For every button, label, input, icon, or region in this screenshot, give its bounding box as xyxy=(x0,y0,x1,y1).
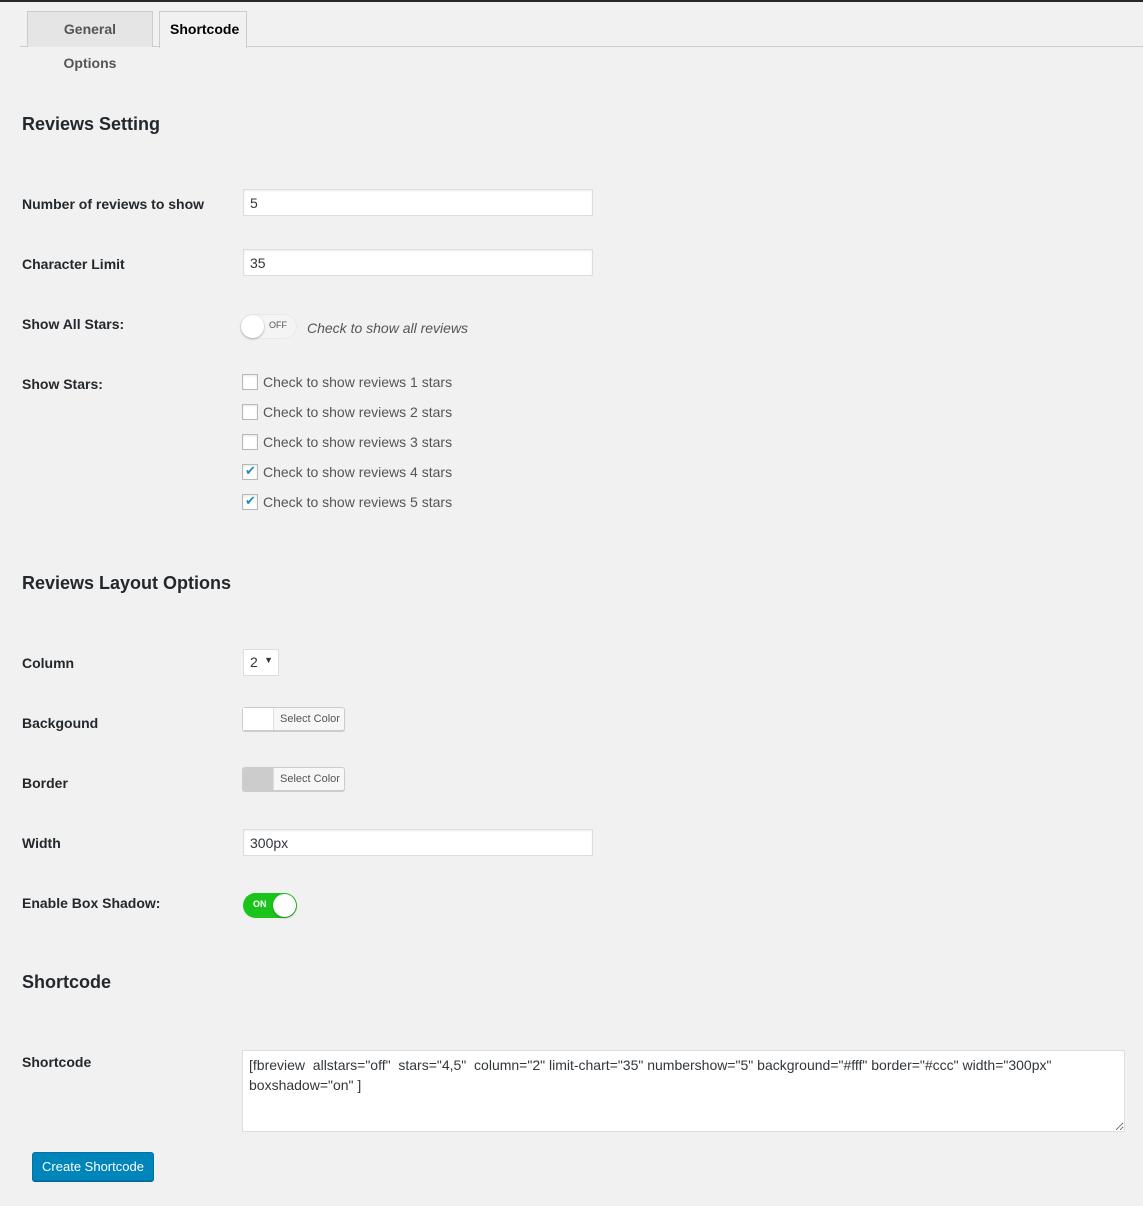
border-label: Border xyxy=(22,775,68,791)
checkbox-label: Check to show reviews 5 stars xyxy=(263,494,453,510)
column-value: 2 xyxy=(250,654,258,670)
tab-bar: General Options Shortcode xyxy=(20,11,1143,71)
section-heading-shortcode: Shortcode xyxy=(22,972,112,992)
checkbox-label: Check to show reviews 3 stars xyxy=(263,434,453,450)
num-reviews-label: Number of reviews to show xyxy=(22,196,205,212)
width-label: Width xyxy=(22,835,61,851)
width-input[interactable] xyxy=(243,829,593,856)
dropdown-arrow-icon: ▼ xyxy=(264,655,273,665)
tab-shortcode[interactable]: Shortcode xyxy=(159,11,247,48)
star-checkbox-1[interactable]: Check to show reviews 1 stars xyxy=(242,373,452,391)
color-swatch xyxy=(243,708,274,730)
toggle-text: OFF xyxy=(269,320,287,330)
show-all-stars-hint: Check to show all reviews xyxy=(307,320,469,336)
show-all-stars-label: Show All Stars: xyxy=(22,316,125,332)
checkbox-label: Check to show reviews 2 stars xyxy=(263,404,453,420)
select-color-text: Select Color xyxy=(280,773,340,785)
show-stars-label: Show Stars: xyxy=(22,376,103,392)
admin-top-bar xyxy=(0,0,1143,2)
char-limit-label: Character Limit xyxy=(22,256,125,272)
checkbox[interactable] xyxy=(242,434,258,450)
star-checkbox-2[interactable]: Check to show reviews 2 stars xyxy=(242,403,452,421)
toggle-text: ON xyxy=(253,899,267,909)
border-color-picker[interactable]: Select Color xyxy=(242,767,345,791)
column-label: Column xyxy=(22,655,75,671)
num-reviews-input[interactable] xyxy=(243,189,593,216)
checkbox[interactable] xyxy=(242,374,258,390)
show-all-stars-toggle[interactable]: OFF xyxy=(240,314,297,339)
star-checkbox-3[interactable]: Check to show reviews 3 stars xyxy=(242,433,452,451)
color-swatch xyxy=(243,768,274,790)
shortcode-label: Shortcode xyxy=(22,1054,92,1070)
section-heading-reviews-setting: Reviews Setting xyxy=(22,114,161,134)
star-checkbox-5[interactable]: Check to show reviews 5 stars xyxy=(242,493,452,511)
star-checkbox-4[interactable]: Check to show reviews 4 stars xyxy=(242,463,452,481)
background-label: Backgound xyxy=(22,715,99,731)
section-heading-layout: Reviews Layout Options xyxy=(22,573,232,593)
toggle-knob xyxy=(273,894,296,917)
checkbox[interactable] xyxy=(242,404,258,420)
box-shadow-toggle[interactable]: ON xyxy=(243,893,297,918)
column-select[interactable]: 2 ▼ xyxy=(243,649,279,676)
checkbox-label: Check to show reviews 1 stars xyxy=(263,374,453,390)
checkbox-label: Check to show reviews 4 stars xyxy=(263,464,453,480)
checkbox-checked[interactable] xyxy=(242,493,258,510)
checkbox-checked[interactable] xyxy=(242,463,258,480)
shortcode-textarea[interactable]: [fbreview allstars="off" stars="4,5" col… xyxy=(242,1050,1125,1132)
select-color-text: Select Color xyxy=(280,713,340,725)
tab-general-options[interactable]: General Options xyxy=(27,11,153,71)
toggle-knob xyxy=(241,315,264,338)
background-color-picker[interactable]: Select Color xyxy=(242,707,345,731)
char-limit-input[interactable] xyxy=(243,249,593,276)
create-shortcode-button[interactable]: Create Shortcode xyxy=(32,1152,154,1181)
box-shadow-label: Enable Box Shadow: xyxy=(22,895,161,911)
